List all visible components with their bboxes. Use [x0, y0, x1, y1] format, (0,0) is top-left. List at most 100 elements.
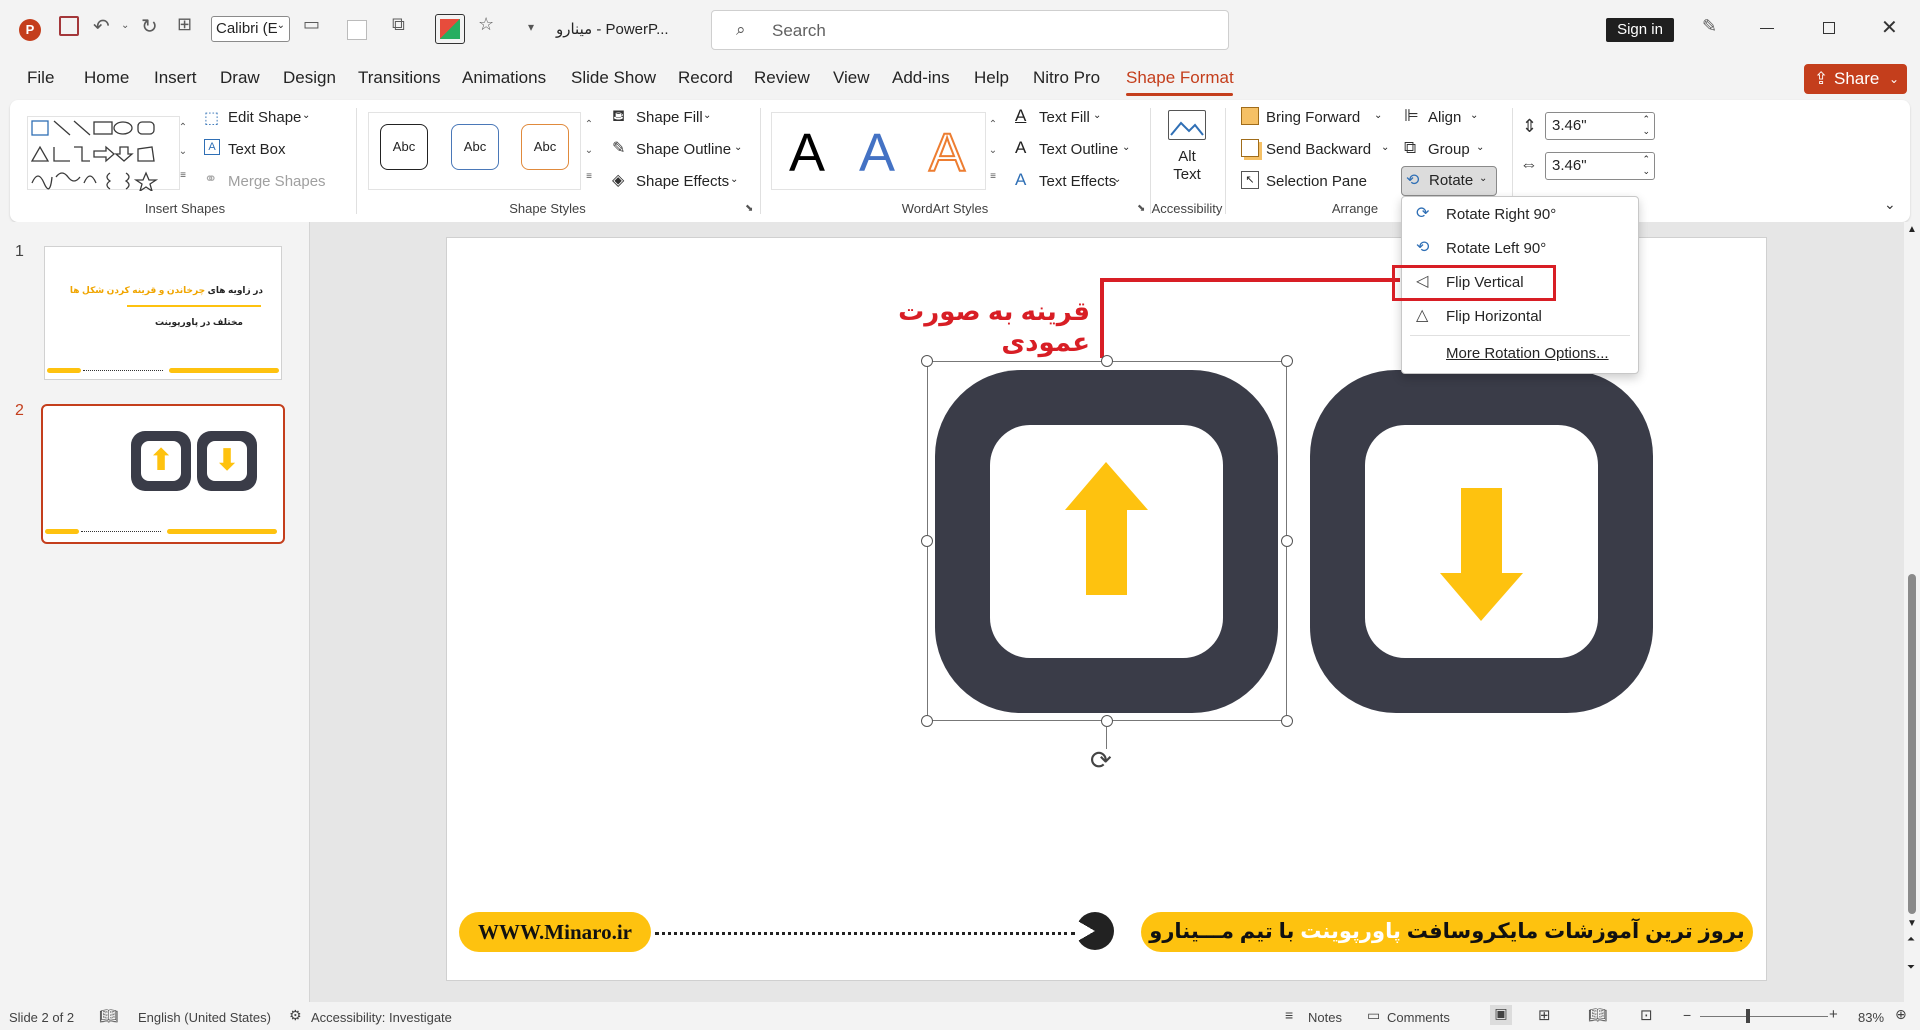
redo-icon[interactable]: ↻: [141, 14, 158, 39]
edit-shape-button[interactable]: Edit Shape: [228, 109, 301, 126]
shape-style-black[interactable]: Abc: [380, 124, 428, 170]
merge-shapes-button[interactable]: Merge Shapes: [228, 173, 326, 190]
zoom-slider-thumb[interactable]: [1746, 1009, 1750, 1023]
selection-pane-button[interactable]: Selection Pane: [1266, 173, 1367, 190]
next-slide-icon[interactable]: ⏷: [1907, 962, 1915, 973]
fit-slide-icon[interactable]: ⊕: [1895, 1006, 1907, 1023]
accessibility-label[interactable]: Accessibility: Investigate: [311, 1010, 452, 1025]
prev-slide-icon[interactable]: ⏶: [1907, 934, 1915, 945]
color-picker-button[interactable]: [435, 14, 465, 44]
reading-view-icon[interactable]: 📖︎: [1588, 1006, 1607, 1024]
text-outline-button[interactable]: Text Outline: [1039, 141, 1118, 158]
vertical-scrollbar[interactable]: ▲ ▼ ⏶ ⏷: [1904, 222, 1920, 1002]
spell-check-icon[interactable]: 📖︎: [99, 1007, 118, 1025]
zoom-in-icon[interactable]: +: [1829, 1006, 1838, 1023]
tab-animations[interactable]: Animations: [462, 68, 546, 88]
shape-effects-button[interactable]: Shape Effects: [636, 173, 729, 190]
star-icon[interactable]: ☆: [478, 14, 494, 35]
send-backward-button[interactable]: Send Backward: [1266, 141, 1371, 158]
close-icon[interactable]: ✕: [1881, 15, 1898, 40]
tab-insert[interactable]: Insert: [154, 68, 197, 88]
shapes-icon[interactable]: ⧉: [392, 14, 405, 35]
menu-flip-horizontal[interactable]: Flip Horizontal: [1446, 308, 1542, 325]
tab-slide-show[interactable]: Slide Show: [571, 68, 656, 88]
slide-show-icon[interactable]: ⊡: [1640, 1006, 1653, 1024]
wordart-style-black[interactable]: A: [789, 122, 825, 184]
shapes-gallery[interactable]: [27, 116, 180, 193]
resize-handle-top[interactable]: [1101, 355, 1113, 367]
resize-handle-bottom-left[interactable]: [921, 715, 933, 727]
resize-handle-left[interactable]: [921, 535, 933, 547]
shape-fill-button[interactable]: Shape Fill: [636, 109, 703, 126]
slide-sorter-icon[interactable]: ⊞: [1538, 1006, 1551, 1024]
resize-handle-top-right[interactable]: [1281, 355, 1293, 367]
down-arrow-badge[interactable]: [1310, 370, 1653, 713]
shape-width-input[interactable]: 3.46" ⌃ ⌄: [1545, 152, 1655, 180]
tab-draw[interactable]: Draw: [220, 68, 260, 88]
customize-toolbar-icon[interactable]: ▾: [528, 20, 534, 34]
resize-handle-top-left[interactable]: [921, 355, 933, 367]
alt-text-button[interactable]: Alt Text: [1170, 148, 1204, 184]
undo-dropdown-icon[interactable]: ⌄: [121, 20, 129, 31]
restore-button[interactable]: [1823, 22, 1835, 34]
tab-review[interactable]: Review: [754, 68, 810, 88]
menu-rotate-left[interactable]: Rotate Left 90°: [1446, 240, 1546, 257]
wordart-style-blue[interactable]: A: [859, 122, 895, 184]
scroll-up-icon[interactable]: ▲: [1907, 224, 1917, 235]
zoom-level[interactable]: 83%: [1858, 1010, 1884, 1025]
tab-shape-format[interactable]: Shape Format: [1126, 68, 1234, 88]
sign-in-button[interactable]: Sign in: [1606, 18, 1674, 42]
bring-forward-button[interactable]: Bring Forward: [1266, 109, 1360, 126]
dialog-launcher-icon[interactable]: ⬊: [745, 203, 753, 214]
menu-rotate-right[interactable]: Rotate Right 90°: [1446, 206, 1556, 223]
notes-button[interactable]: Notes: [1308, 1010, 1342, 1025]
resize-handle-bottom-right[interactable]: [1281, 715, 1293, 727]
shape-style-orange[interactable]: Abc: [521, 124, 569, 170]
menu-more-rotation-options[interactable]: More Rotation Options...: [1446, 345, 1609, 362]
tab-record[interactable]: Record: [678, 68, 733, 88]
font-name-box[interactable]: Calibri (E ⌄: [211, 16, 290, 42]
rotate-handle-icon[interactable]: ⟳: [1090, 745, 1112, 776]
tab-view[interactable]: View: [833, 68, 870, 88]
collapse-ribbon-icon[interactable]: ⌄: [1884, 196, 1896, 213]
text-effects-button[interactable]: Text Effects: [1039, 173, 1116, 190]
rotate-button[interactable]: ⟲ Rotate ⌄: [1401, 166, 1497, 196]
save-icon[interactable]: [59, 16, 79, 36]
presenter-icon[interactable]: ⊞: [177, 14, 192, 35]
layout-icon[interactable]: ▭: [303, 14, 320, 35]
search-box[interactable]: ⌕ Search: [711, 10, 1229, 50]
text-fill-button[interactable]: Text Fill: [1039, 109, 1090, 126]
zoom-slider[interactable]: [1700, 1016, 1828, 1017]
undo-icon[interactable]: ↶: [93, 14, 110, 39]
language-label[interactable]: English (United States): [138, 1010, 271, 1025]
wordart-scroll-arrows[interactable]: ⌃ ⌄ ≡: [986, 112, 1000, 190]
tab-help[interactable]: Help: [974, 68, 1009, 88]
shapes-scroll-arrows[interactable]: ⌃ ⌄ ≡: [176, 116, 190, 190]
slide-thumbnail-1[interactable]: در زاویه های چرخاندن و قرینه کردن شکل ها…: [44, 246, 282, 380]
scroll-thumb[interactable]: [1908, 574, 1916, 914]
resize-handle-bottom[interactable]: [1101, 715, 1113, 727]
tab-transitions[interactable]: Transitions: [358, 68, 441, 88]
tab-file[interactable]: File: [27, 68, 54, 88]
tab-add-ins[interactable]: Add-ins: [892, 68, 950, 88]
slide-thumbnail-2[interactable]: ⬆ ⬇: [41, 404, 285, 544]
resize-handle-right[interactable]: [1281, 535, 1293, 547]
share-button[interactable]: ⇪ Share ⌄: [1804, 64, 1907, 94]
dialog-launcher-icon[interactable]: ⬊: [1137, 203, 1145, 214]
align-button[interactable]: Align: [1428, 109, 1461, 126]
shape-style-blue[interactable]: Abc: [451, 124, 499, 170]
fill-color-swatch[interactable]: [347, 20, 367, 40]
text-box-button[interactable]: Text Box: [228, 141, 286, 158]
group-button[interactable]: Group: [1428, 141, 1470, 158]
scroll-down-icon[interactable]: ▼: [1907, 918, 1917, 929]
shape-height-input[interactable]: 3.46" ⌃ ⌄: [1545, 112, 1655, 140]
tab-nitro-pro[interactable]: Nitro Pro: [1033, 68, 1100, 88]
shape-outline-button[interactable]: Shape Outline: [636, 141, 731, 158]
normal-view-icon[interactable]: ▣: [1490, 1005, 1512, 1025]
tab-design[interactable]: Design: [283, 68, 336, 88]
comments-button[interactable]: Comments: [1387, 1010, 1450, 1025]
zoom-out-icon[interactable]: −: [1683, 1007, 1691, 1023]
shape-styles-scroll-arrows[interactable]: ⌃ ⌄ ≡: [582, 112, 596, 190]
pen-icon[interactable]: ✎: [1702, 16, 1717, 37]
tab-home[interactable]: Home: [84, 68, 129, 88]
